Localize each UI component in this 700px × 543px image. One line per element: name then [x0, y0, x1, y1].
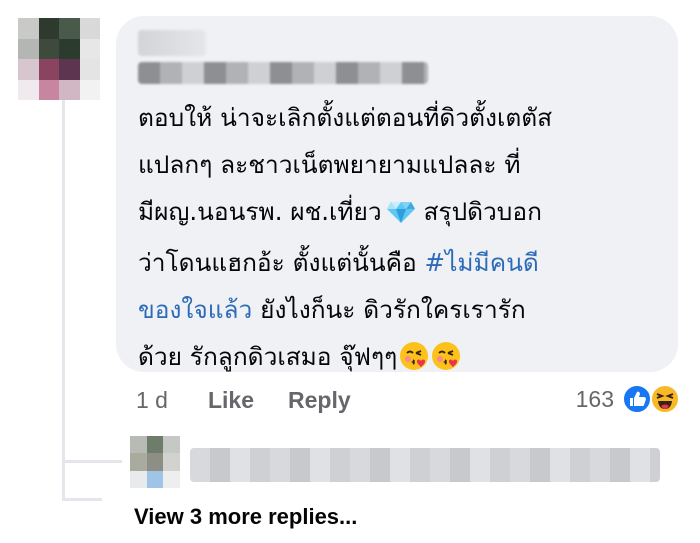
- haha-icon: [650, 384, 680, 414]
- reply-preview-blurred[interactable]: [190, 448, 660, 482]
- author-name-blurred[interactable]: [138, 30, 206, 56]
- thread-line: [62, 100, 65, 500]
- comment-actions: 1 d Like Reply: [136, 383, 385, 417]
- face-blowing-kiss-icon: [399, 339, 429, 386]
- reply-avatar[interactable]: [130, 436, 180, 488]
- view-more-replies-link[interactable]: View 3 more replies...: [134, 504, 357, 530]
- gem-icon: [386, 192, 416, 239]
- like-button[interactable]: Like: [208, 387, 254, 414]
- avatar[interactable]: [18, 18, 100, 100]
- thread-branch: [62, 498, 102, 501]
- like-icon: [622, 384, 652, 414]
- author-name-blurred[interactable]: [138, 62, 428, 84]
- reply-button[interactable]: Reply: [288, 387, 351, 414]
- thread-branch: [62, 460, 122, 463]
- reaction-summary[interactable]: 163: [576, 380, 680, 418]
- comment-text: ตอบให้ น่าจะเลิกตั้งแต่ตอนที่ดิวตั้งเตตั…: [138, 94, 668, 386]
- hashtag-link[interactable]: ของใจแล้ว: [138, 295, 252, 324]
- reaction-count: 163: [575, 385, 614, 412]
- face-blowing-kiss-icon: [431, 339, 461, 386]
- comment-bubble: ตอบให้ น่าจะเลิกตั้งแต่ตอนที่ดิวตั้งเตตั…: [116, 16, 678, 372]
- comment-timestamp[interactable]: 1 d: [136, 387, 168, 414]
- hashtag-link[interactable]: #ไม่มีคนดี: [425, 248, 539, 277]
